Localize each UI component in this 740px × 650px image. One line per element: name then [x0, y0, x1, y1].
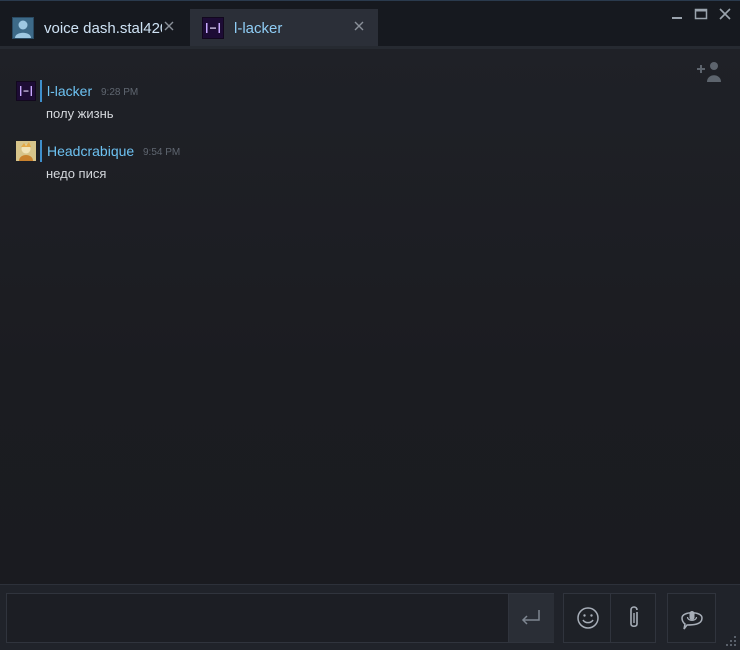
- send-button[interactable]: [508, 594, 554, 642]
- avatar[interactable]: [16, 80, 42, 102]
- message-text: недо пися: [46, 166, 107, 181]
- emoji-button[interactable]: [564, 594, 611, 642]
- message-text: полу жизнь: [46, 106, 114, 121]
- microphone-icon: [679, 605, 705, 631]
- l-lacker-avatar: [202, 17, 224, 39]
- voice-button[interactable]: [667, 593, 716, 643]
- message-timestamp: 9:28 PM: [101, 87, 139, 98]
- paperclip-icon: [624, 604, 644, 632]
- enter-icon: [518, 606, 544, 630]
- tab-l-lacker[interactable]: l-lacker: [190, 9, 378, 47]
- message-author[interactable]: l-lacker: [47, 83, 92, 99]
- profile-silhouette-icon: [12, 17, 34, 39]
- attach-button[interactable]: [611, 594, 657, 642]
- avatar[interactable]: [16, 140, 42, 162]
- message-input[interactable]: [6, 593, 554, 643]
- message-author[interactable]: Headcrabique: [47, 143, 134, 159]
- close-icon[interactable]: [162, 19, 176, 33]
- composer-tools: [563, 593, 656, 643]
- tab-label: l-lacker: [234, 19, 283, 37]
- title-bar: voice dash.stal420 l-lacker: [0, 0, 740, 47]
- tab-label: voice dash.stal420: [44, 19, 162, 37]
- add-friend-icon[interactable]: [694, 60, 722, 84]
- resize-grip-icon[interactable]: [725, 635, 737, 647]
- composer-bar: [0, 584, 740, 650]
- window-close-icon[interactable]: [717, 7, 733, 21]
- maximize-icon[interactable]: [693, 7, 709, 21]
- close-icon[interactable]: [352, 19, 366, 33]
- smiley-icon: [576, 606, 600, 630]
- message-timestamp: 9:54 PM: [143, 147, 181, 158]
- tab-voice-dash[interactable]: voice dash.stal420: [0, 9, 188, 47]
- minimize-icon[interactable]: [669, 7, 685, 21]
- chat-history[interactable]: [0, 46, 740, 584]
